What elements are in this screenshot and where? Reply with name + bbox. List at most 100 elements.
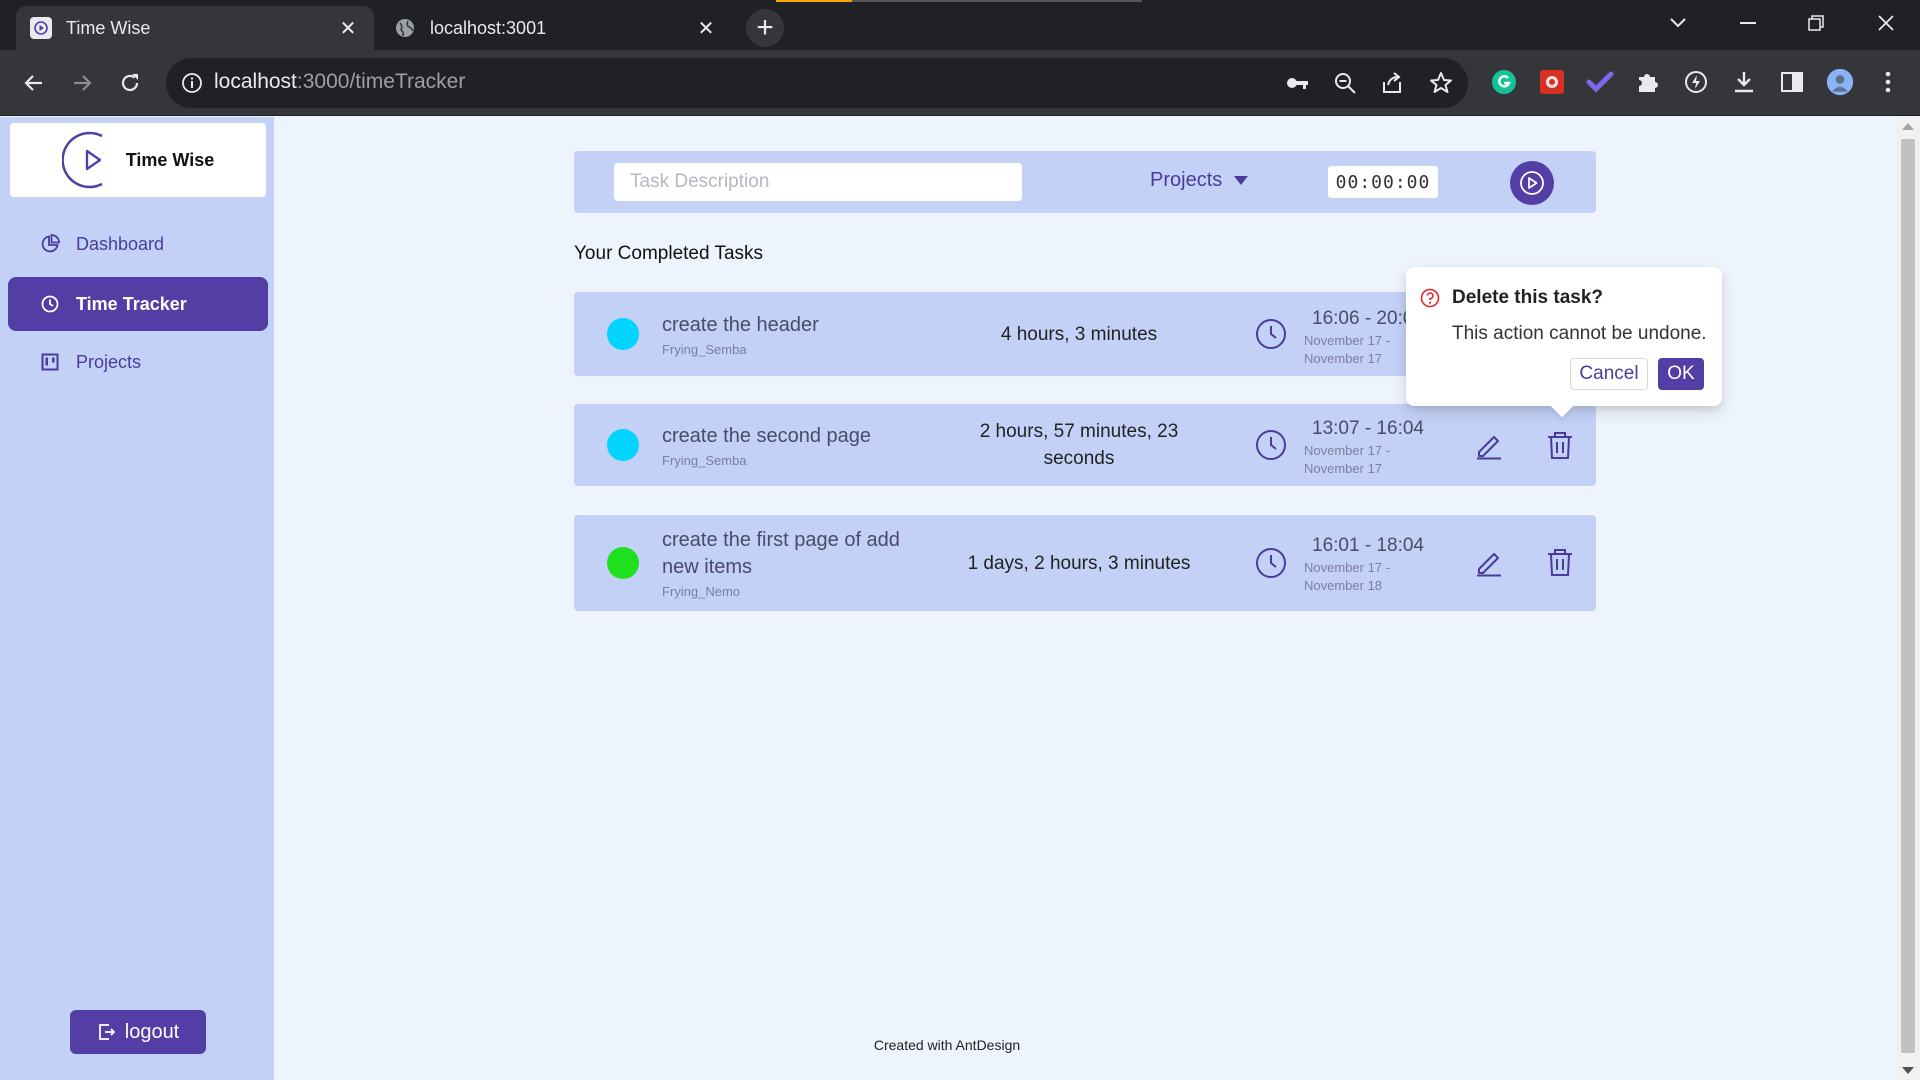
restore-icon[interactable]: [1794, 8, 1838, 38]
timewise-favicon-icon: [30, 17, 52, 39]
profile-avatar-icon[interactable]: [1826, 68, 1854, 96]
scroll-down-arrow-icon[interactable]: [1902, 1067, 1914, 1074]
close-tab-icon[interactable]: ✕: [694, 16, 718, 41]
delete-icon[interactable]: [1546, 547, 1574, 577]
caret-down-icon: [1234, 175, 1249, 185]
task-project: Frying_Semba: [662, 453, 747, 468]
close-tab-icon[interactable]: ✕: [336, 16, 360, 41]
sidebar-item-label: Dashboard: [76, 233, 165, 254]
project-color-dot: [607, 429, 639, 461]
browser-menu-icon[interactable]: [1874, 68, 1902, 96]
timer-display: 00:00:00: [1328, 166, 1438, 198]
completed-tasks-heading: Your Completed Tasks: [574, 243, 764, 264]
clock-icon: [1256, 319, 1286, 349]
edit-icon[interactable]: [1474, 430, 1504, 460]
task-date-end: November 17: [1304, 461, 1383, 476]
footer-text: Created with AntDesign: [873, 1037, 1021, 1053]
zoom-out-icon[interactable]: [1332, 70, 1358, 96]
sidebar-item-time-tracker[interactable]: Time Tracker: [8, 277, 268, 331]
browser-tab-bar: Time Wise ✕ localhost:3001 ✕ +: [0, 0, 1920, 50]
sidebar-item-projects[interactable]: Projects: [8, 335, 268, 389]
task-card: create the first page of add new items F…: [574, 515, 1596, 611]
checkmark-extension-icon[interactable]: [1586, 68, 1614, 96]
delete-confirm-popover: Delete this task? This action cannot be …: [1406, 267, 1722, 418]
task-time-range: 16:01 - 18:04: [1312, 535, 1424, 556]
question-circle-icon: [1420, 288, 1440, 308]
project-color-dot: [607, 547, 639, 579]
new-tab-button[interactable]: +: [746, 9, 784, 47]
tab-time-wise[interactable]: Time Wise ✕: [16, 6, 374, 50]
app-logo[interactable]: Time Wise: [10, 123, 266, 197]
task-date-end: November 18: [1304, 578, 1383, 593]
footer: Created with AntDesign: [274, 1037, 1896, 1053]
pie-chart-icon: [40, 234, 60, 254]
task-name: create the first page of add new items: [662, 529, 900, 578]
delete-icon[interactable]: [1546, 430, 1574, 460]
logout-label: logout: [124, 1020, 180, 1043]
loading-track: [852, 0, 1142, 2]
clock-icon: [1256, 548, 1286, 578]
projects-dropdown[interactable]: Projects: [1150, 169, 1249, 192]
extension-red-icon[interactable]: [1538, 68, 1566, 96]
tab-search-icon[interactable]: [1656, 8, 1700, 38]
site-info-icon[interactable]: [180, 71, 204, 95]
extensions-puzzle-icon[interactable]: [1634, 68, 1662, 96]
minimize-icon[interactable]: [1726, 8, 1770, 38]
globe-icon: [394, 17, 416, 39]
task-date-start: November 17 -: [1304, 560, 1390, 575]
performance-icon[interactable]: [1682, 68, 1710, 96]
task-duration: 1 days, 2 hours, 3 minutes: [967, 553, 1191, 574]
sidebar-item-label: Projects: [76, 351, 142, 372]
sidebar-item-dashboard[interactable]: Dashboard: [8, 217, 268, 271]
ok-button[interactable]: OK: [1658, 358, 1704, 390]
address-bar[interactable]: localhost:3000/timeTracker: [166, 58, 1468, 108]
sidebar-item-label: Time Tracker: [76, 293, 187, 314]
project-board-icon: [40, 352, 60, 372]
download-icon[interactable]: [1730, 68, 1758, 96]
tab-localhost-3001[interactable]: localhost:3001 ✕: [380, 6, 732, 50]
forward-icon[interactable]: [62, 63, 102, 103]
scrollbar-thumb[interactable]: [1901, 139, 1915, 1053]
loading-indicator: [776, 0, 852, 2]
password-key-icon[interactable]: [1284, 70, 1310, 96]
reload-icon[interactable]: [110, 63, 150, 103]
popover-description: This action cannot be undone.: [1452, 323, 1707, 344]
task-dates: November 17 - November 18: [1304, 559, 1390, 595]
task-date-start: November 17 -: [1304, 333, 1390, 348]
task-project: Frying_Semba: [662, 342, 747, 357]
task-date-start: November 17 -: [1304, 443, 1390, 458]
task-dates: November 17 - November 17: [1304, 442, 1390, 478]
task-description-input[interactable]: [614, 163, 1022, 201]
share-icon[interactable]: [1380, 70, 1406, 96]
sidebar: Time Wise Dashboard Time Tracker Project…: [0, 117, 274, 1080]
play-circle-icon: [1520, 171, 1544, 195]
clock-icon: [40, 294, 60, 314]
task-date-end: November 17: [1304, 351, 1383, 366]
clock-icon: [1256, 430, 1286, 460]
task-name: create the header: [662, 314, 819, 336]
close-window-icon[interactable]: [1864, 8, 1908, 38]
task-card: create the second page Frying_Semba 2 ho…: [574, 404, 1596, 486]
start-timer-button[interactable]: [1510, 161, 1554, 205]
tracker-bar: Projects 00:00:00: [574, 151, 1596, 213]
project-color-dot: [607, 318, 639, 350]
cancel-button[interactable]: Cancel: [1570, 358, 1648, 390]
projects-dropdown-label: Projects: [1150, 169, 1223, 191]
tab-title: localhost:3001: [430, 17, 547, 38]
scroll-up-arrow-icon[interactable]: [1902, 123, 1914, 130]
task-project: Frying_Nemo: [662, 584, 741, 599]
side-panel-icon[interactable]: [1778, 68, 1806, 96]
task-time-range: 13:07 - 16:04: [1312, 418, 1424, 439]
url-text: localhost:3000/timeTracker: [214, 70, 466, 93]
back-icon[interactable]: [14, 63, 54, 103]
browser-toolbar: localhost:3000/timeTracker: [0, 50, 1920, 116]
popover-title: Delete this task?: [1452, 287, 1603, 308]
edit-icon[interactable]: [1474, 547, 1504, 577]
logout-button[interactable]: logout: [70, 1010, 206, 1054]
page-scrollbar[interactable]: [1896, 117, 1920, 1080]
app-name: Time Wise: [125, 149, 215, 170]
tab-title: Time Wise: [66, 17, 151, 38]
grammarly-icon[interactable]: [1490, 68, 1518, 96]
task-dates: November 17 - November 17: [1304, 332, 1390, 368]
bookmark-star-icon[interactable]: [1428, 70, 1454, 96]
